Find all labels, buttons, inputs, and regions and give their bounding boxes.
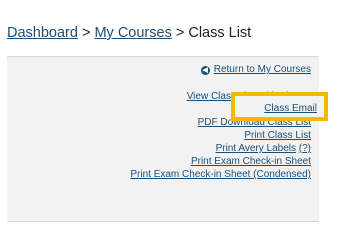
breadcrumb-separator: > [175,25,185,41]
breadcrumb-my-courses-link[interactable]: My Courses [94,25,171,41]
class-email-highlight: Class Email [231,92,328,121]
class-email-highlighted-link[interactable]: Class Email [264,102,317,115]
breadcrumb-current: Class List [188,25,252,41]
breadcrumb: Dashboard > My Courses > Class List [7,23,251,43]
print-class-list-link[interactable]: Print Class List [244,130,311,141]
breadcrumb-dashboard-link[interactable]: Dashboard [7,25,78,41]
return-to-my-courses-link[interactable]: Return to My Courses [214,64,311,76]
breadcrumb-separator: > [81,25,91,41]
print-exam-check-in-sheet-condensed-link[interactable]: Print Exam Check-in Sheet (Condensed) [130,169,311,180]
print-avery-labels-link[interactable]: Print Avery Labels [216,143,296,154]
circle-arrow-left-icon[interactable]: ◀ [200,65,210,75]
print-exam-check-in-sheet-link[interactable]: Print Exam Check-in Sheet [191,156,311,167]
return-row: ◀ Return to My Courses [200,64,311,76]
class-list-actions-panel: ◀ Return to My Courses View Class List W… [7,56,319,222]
avery-labels-help-link[interactable]: (?) [299,143,311,154]
